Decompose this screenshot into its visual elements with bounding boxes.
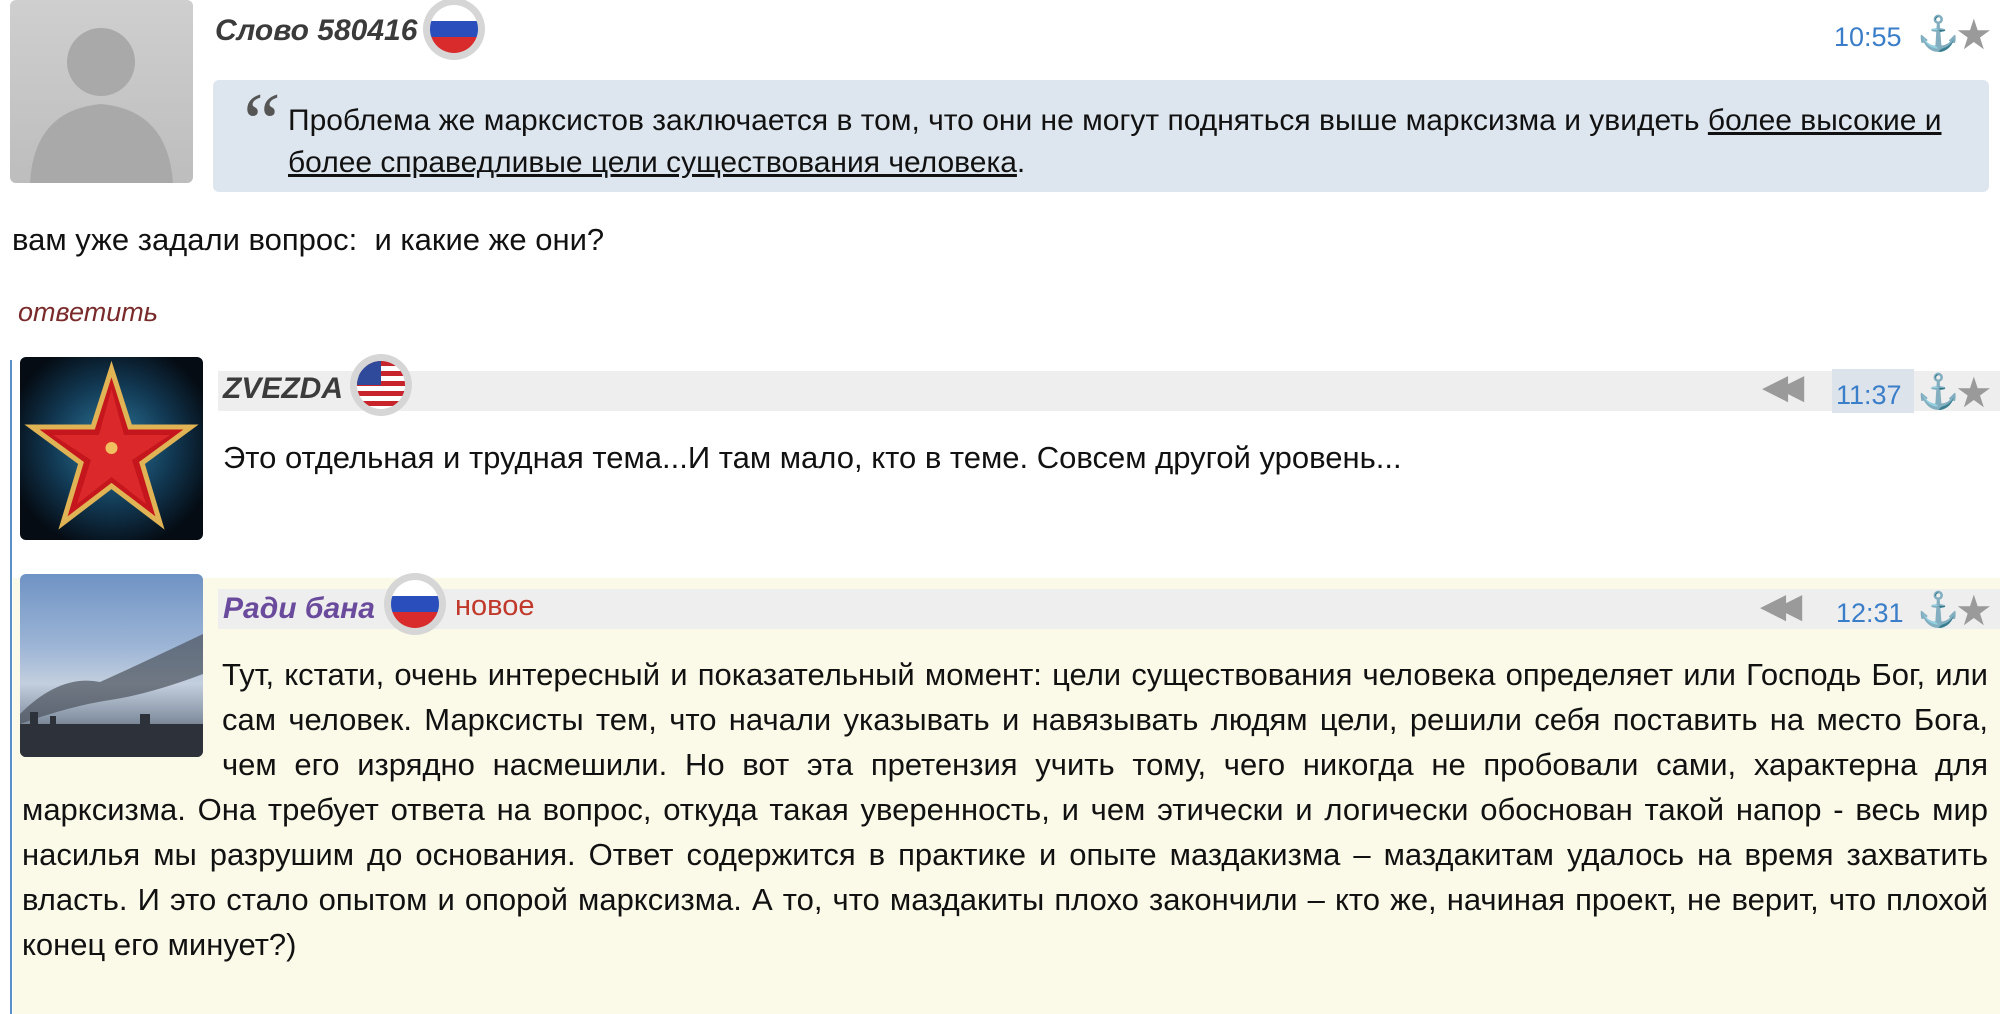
- quote-text-plain: Проблема же марксистов заключается в том…: [288, 104, 1708, 137]
- star-icon[interactable]: ★: [1955, 586, 1993, 635]
- anchor-icon[interactable]: ⚓: [1917, 590, 1959, 630]
- author-name[interactable]: ZVEZDA: [223, 372, 343, 406]
- red-star-icon: [24, 360, 199, 530]
- avatar[interactable]: [20, 357, 203, 540]
- reply-link[interactable]: ответить: [18, 297, 158, 328]
- star-icon[interactable]: ★: [1955, 368, 1993, 417]
- comment-body: вам уже задали вопрос: и какие же они?: [12, 222, 605, 257]
- comment-time[interactable]: 11:37: [1836, 380, 1902, 411]
- author-name[interactable]: Слово 580416: [215, 14, 417, 48]
- rewind-icon[interactable]: ◀◀: [1760, 586, 1802, 626]
- comment-body-container: Тут, кстати, очень интересный и показате…: [22, 652, 1988, 967]
- russia-flag-icon: [384, 573, 446, 635]
- comment-time[interactable]: 10:55: [1834, 22, 1902, 53]
- comment-time[interactable]: 12:31: [1836, 598, 1904, 629]
- default-avatar-icon: [30, 28, 173, 183]
- comment-body: Тут, кстати, очень интересный и показате…: [22, 657, 1988, 962]
- comment-header-bar: [218, 371, 2000, 411]
- star-icon[interactable]: ★: [1955, 10, 1993, 59]
- quote-mark-icon: “: [235, 76, 282, 169]
- thread-line: [10, 360, 12, 1014]
- new-badge: новое: [455, 590, 535, 622]
- author-name[interactable]: Ради бана: [223, 592, 375, 626]
- quote-block: “ Проблема же марксистов заключается в т…: [213, 76, 1989, 192]
- anchor-icon[interactable]: ⚓: [1917, 14, 1959, 54]
- quote-text: Проблема же марксистов заключается в том…: [288, 100, 1978, 184]
- avatar-float-spacer: [22, 652, 222, 764]
- anchor-icon[interactable]: ⚓: [1917, 372, 1959, 412]
- usa-flag-icon: [350, 354, 412, 416]
- comment-body: Это отдельная и трудная тема...И там мал…: [223, 440, 1402, 475]
- quote-text-end: .: [1016, 146, 1026, 179]
- rewind-icon[interactable]: ◀◀: [1762, 367, 1804, 407]
- avatar[interactable]: [10, 0, 193, 183]
- russia-flag-icon: [423, 0, 485, 60]
